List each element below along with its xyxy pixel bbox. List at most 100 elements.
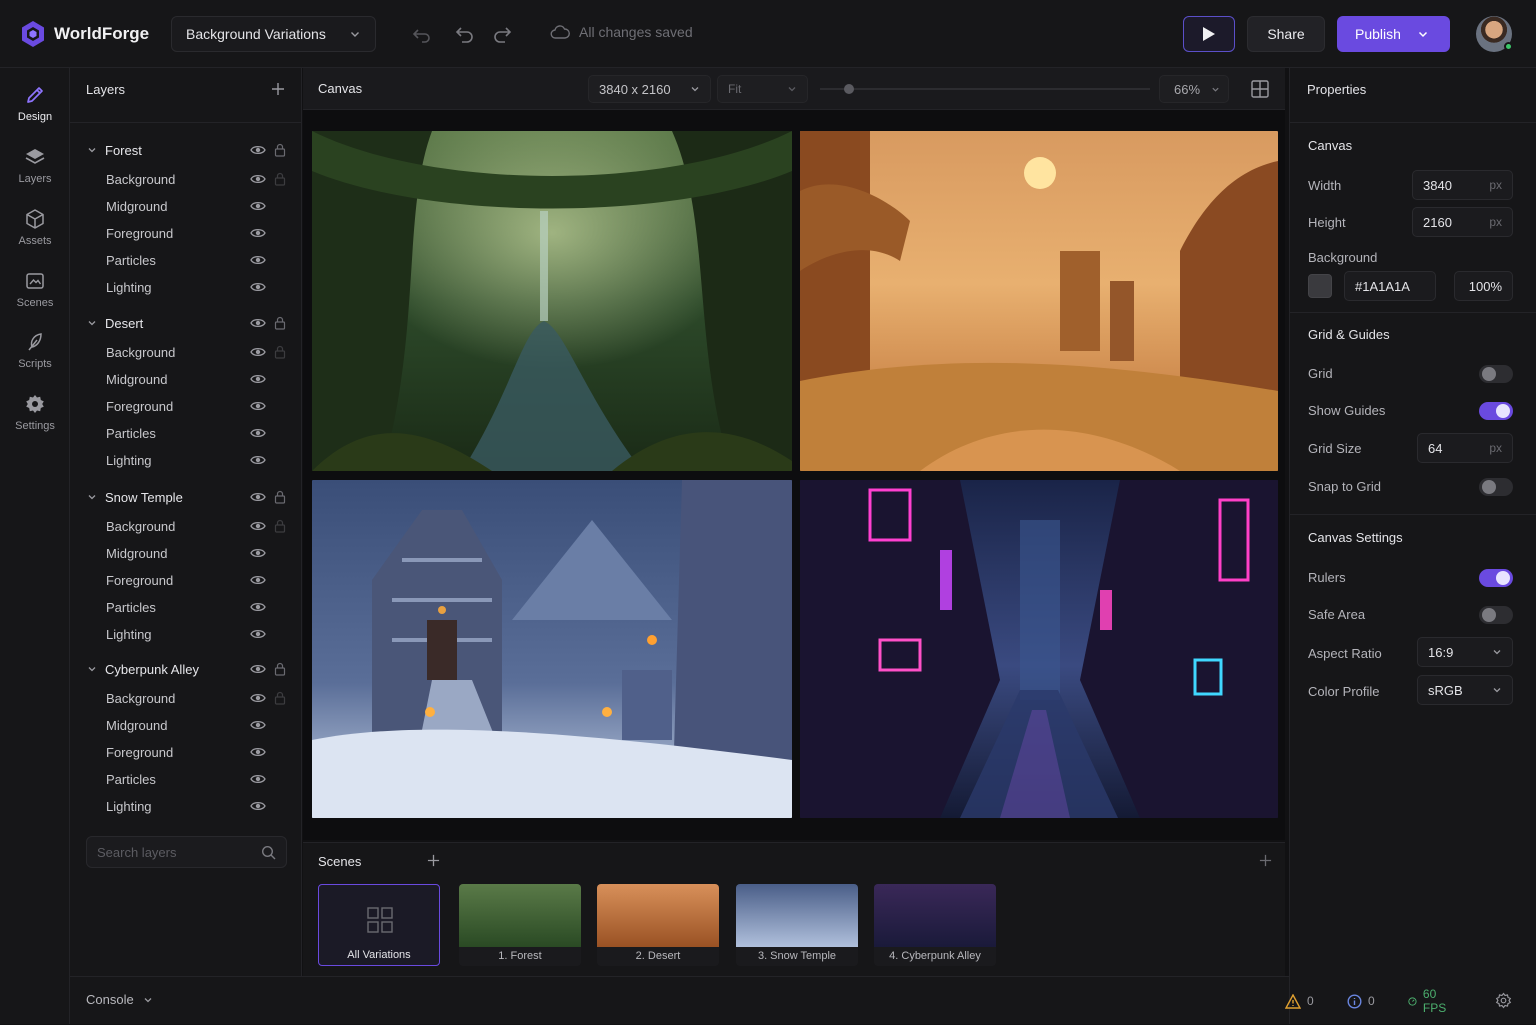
show-guides-toggle[interactable]: [1479, 402, 1513, 420]
eye-icon[interactable]: [250, 520, 266, 532]
eye-icon[interactable]: [250, 254, 266, 266]
nav-layers[interactable]: Layers: [0, 146, 70, 185]
share-button[interactable]: Share: [1247, 16, 1325, 52]
console-toggle[interactable]: Console: [86, 992, 153, 1007]
desert-scene-image[interactable]: [800, 131, 1278, 471]
layer-item[interactable]: Midground: [70, 193, 302, 219]
eye-icon[interactable]: [250, 373, 266, 385]
layer-group[interactable]: Snow Temple: [70, 484, 302, 510]
layer-item[interactable]: Lighting: [70, 621, 302, 647]
project-select[interactable]: Background Variations: [171, 16, 376, 52]
chevron-down-icon[interactable]: [1417, 28, 1429, 40]
lock-icon[interactable]: [274, 345, 286, 359]
eye-icon[interactable]: [250, 663, 266, 675]
nav-scenes[interactable]: Scenes: [0, 270, 70, 309]
rulers-toggle[interactable]: [1479, 569, 1513, 587]
grid-size-input[interactable]: 64 px: [1417, 433, 1513, 463]
eye-icon[interactable]: [250, 719, 266, 731]
background-opacity-input[interactable]: 100%: [1454, 271, 1513, 301]
fit-select[interactable]: Fit: [717, 75, 808, 103]
history-back-icon[interactable]: [455, 24, 475, 44]
lock-icon[interactable]: [274, 519, 286, 533]
layer-item[interactable]: Particles: [70, 766, 302, 792]
lock-icon[interactable]: [274, 490, 286, 504]
eye-icon[interactable]: [250, 281, 266, 293]
eye-icon[interactable]: [250, 692, 266, 704]
eye-icon[interactable]: [250, 773, 266, 785]
layer-item[interactable]: Lighting: [70, 447, 302, 473]
layer-item[interactable]: Foreground: [70, 567, 302, 593]
layer-item[interactable]: Midground: [70, 712, 302, 738]
layer-item[interactable]: Lighting: [70, 793, 302, 819]
eye-icon[interactable]: [250, 427, 266, 439]
scene-thumb-snow-temple[interactable]: 3. Snow Temple: [736, 884, 858, 966]
eye-icon[interactable]: [250, 746, 266, 758]
eye-icon[interactable]: [250, 200, 266, 212]
nav-scripts[interactable]: Scripts: [0, 331, 70, 370]
width-input[interactable]: 3840 px: [1412, 170, 1513, 200]
scene-thumb-forest[interactable]: 1. Forest: [459, 884, 581, 966]
add-layer-icon[interactable]: [271, 82, 285, 96]
layer-item[interactable]: Particles: [70, 247, 302, 273]
layer-group[interactable]: Desert: [70, 310, 302, 336]
aspect-ratio-select[interactable]: 16:9: [1417, 637, 1513, 667]
scene-thumb-cyberpunk[interactable]: 4. Cyberpunk Alley: [874, 884, 996, 966]
zoom-slider-handle[interactable]: [844, 84, 854, 94]
zoom-select[interactable]: 66%: [1159, 75, 1229, 103]
lock-icon[interactable]: [274, 662, 286, 676]
chevron-down-icon[interactable]: [87, 145, 97, 155]
eye-icon[interactable]: [250, 227, 266, 239]
color-profile-select[interactable]: sRGB: [1417, 675, 1513, 705]
add-icon[interactable]: [1259, 854, 1272, 867]
snap-to-grid-toggle[interactable]: [1479, 478, 1513, 496]
eye-icon[interactable]: [250, 346, 266, 358]
app-logo[interactable]: WorldForge: [20, 20, 149, 48]
layer-group[interactable]: Cyberpunk Alley: [70, 656, 302, 682]
lock-icon[interactable]: [274, 172, 286, 186]
user-avatar[interactable]: [1476, 16, 1513, 52]
eye-icon[interactable]: [250, 173, 266, 185]
canvas-viewport[interactable]: [303, 110, 1285, 840]
publish-button[interactable]: Publish: [1337, 16, 1450, 52]
lock-icon[interactable]: [274, 691, 286, 705]
eye-icon[interactable]: [250, 317, 266, 329]
add-scene-icon[interactable]: [427, 854, 440, 867]
layer-item[interactable]: Foreground: [70, 393, 302, 419]
eye-icon[interactable]: [250, 628, 266, 640]
nav-settings[interactable]: Settings: [0, 393, 70, 432]
info-count[interactable]: 0: [1347, 977, 1375, 1025]
scene-thumb-all[interactable]: All Variations: [318, 884, 440, 966]
eye-icon[interactable]: [250, 574, 266, 586]
chevron-down-icon[interactable]: [87, 492, 97, 502]
lock-icon[interactable]: [274, 316, 286, 330]
eye-icon[interactable]: [250, 144, 266, 156]
play-button[interactable]: [1183, 16, 1235, 52]
layer-item[interactable]: Particles: [70, 594, 302, 620]
snow-temple-scene-image[interactable]: [312, 480, 792, 818]
chevron-down-icon[interactable]: [87, 318, 97, 328]
eye-icon[interactable]: [250, 454, 266, 466]
resolution-select[interactable]: 3840 x 2160: [588, 75, 711, 103]
eye-icon[interactable]: [250, 800, 266, 812]
warnings-count[interactable]: 0: [1285, 977, 1314, 1025]
eye-icon[interactable]: [250, 491, 266, 503]
layer-item[interactable]: Midground: [70, 540, 302, 566]
layer-group[interactable]: Forest: [70, 137, 302, 163]
layer-item[interactable]: Foreground: [70, 739, 302, 765]
redo-icon[interactable]: [492, 24, 512, 44]
layer-item[interactable]: Background: [70, 339, 302, 365]
undo-icon[interactable]: [412, 24, 432, 44]
layer-item[interactable]: Foreground: [70, 220, 302, 246]
layer-item[interactable]: Lighting: [70, 274, 302, 300]
forest-scene-image[interactable]: [312, 131, 792, 471]
background-hex-input[interactable]: #1A1A1A: [1344, 271, 1436, 301]
cyberpunk-alley-scene-image[interactable]: [800, 480, 1278, 818]
grid-view-icon[interactable]: [1251, 80, 1269, 98]
layer-search[interactable]: Search layers: [86, 836, 287, 868]
layer-item[interactable]: Background: [70, 166, 302, 192]
eye-icon[interactable]: [250, 400, 266, 412]
nav-assets[interactable]: Assets: [0, 208, 70, 247]
chevron-down-icon[interactable]: [87, 664, 97, 674]
scene-thumb-desert[interactable]: 2. Desert: [597, 884, 719, 966]
layer-item[interactable]: Midground: [70, 366, 302, 392]
